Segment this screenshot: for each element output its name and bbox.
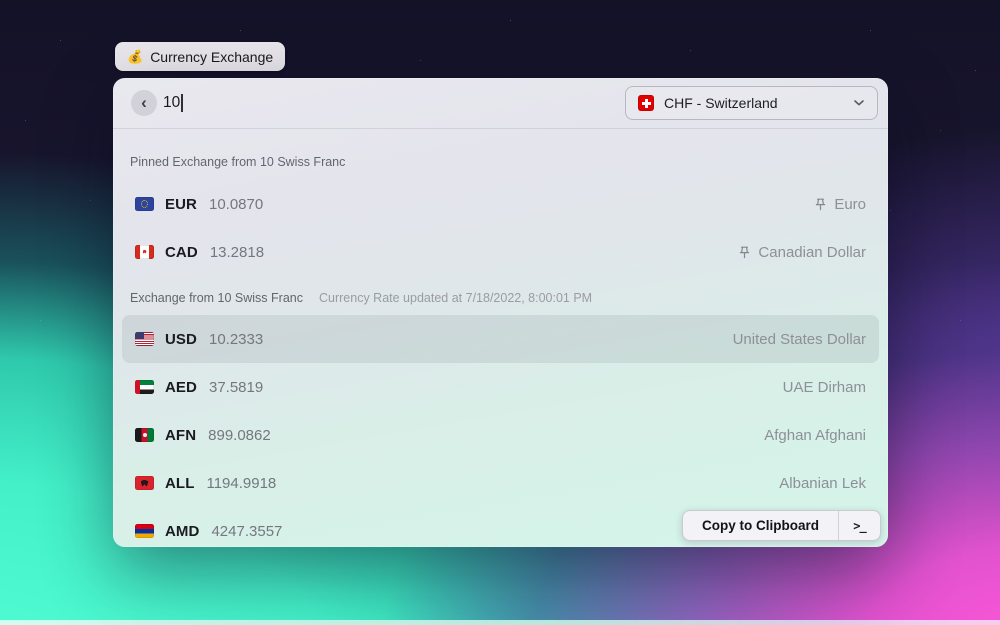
base-currency-dropdown[interactable]: CHF - Switzerland [625,86,878,120]
search-header: ‹ 10 CHF - Switzerland [113,78,888,129]
flag-amd-icon [135,524,154,538]
currency-value: 10.0870 [208,195,264,213]
flag-afn-icon [135,428,154,442]
currency-name: United States Dollar [732,330,866,348]
currency-name: UAE Dirham [782,378,866,396]
currency-code: AED [165,378,197,396]
actions-menu-button[interactable]: >_ [839,511,880,540]
exchange-section-title: Exchange from 10 Swiss Franc [130,291,303,305]
currency-value: 1194.9918 [206,474,277,492]
currency-value: 4247.3557 [211,522,283,540]
currency-row-all[interactable]: ALL 1194.9918 Albanian Lek [122,459,879,507]
currency-code: USD [165,330,197,348]
currency-row-afn[interactable]: AFN 899.0862 Afghan Afghani [122,411,879,459]
base-currency-label: CHF - Switzerland [664,95,778,111]
amount-input[interactable]: 10 [163,78,183,128]
flag-eur-icon [135,197,154,211]
extension-pill: 💰 Currency Exchange [115,42,286,71]
back-button[interactable]: ‹ [131,90,157,116]
currency-code: ALL [165,474,195,492]
copy-to-clipboard-button[interactable]: Copy to Clipboard [683,511,838,540]
bottom-strip [0,620,1000,625]
flag-switzerland-icon [638,95,654,111]
currency-exchange-window: ‹ 10 CHF - Switzerland Pinned Exchange f… [113,78,888,547]
currency-code: AMD [165,522,200,540]
pin-icon-wrap [737,245,752,260]
currency-code: CAD [165,243,198,261]
pin-icon [816,198,826,210]
currency-value: 37.5819 [208,378,264,396]
action-bar: Copy to Clipboard >_ [682,510,881,541]
currency-value: 899.0862 [208,426,271,444]
chevron-left-icon: ‹ [141,92,147,112]
currency-name: Canadian Dollar [758,243,866,261]
currency-value: 13.2818 [209,243,265,261]
chevron-down-icon [854,100,864,106]
text-caret [181,94,183,112]
pinned-section-title: Pinned Exchange from 10 Swiss Franc [130,155,346,169]
currency-row-cad[interactable]: CAD 13.2818 Canadian Dollar [122,228,879,276]
currency-name: Euro [834,195,866,213]
pill-label: Currency Exchange [150,48,274,65]
exchange-section-header: Exchange from 10 Swiss Franc Currency Ra… [130,288,871,308]
flag-usd-icon [135,332,154,346]
starfield [0,0,1,1]
money-bag-icon: 💰 [127,48,144,64]
currency-row-aed[interactable]: AED 37.5819 UAE Dirham [122,363,879,411]
pin-icon-wrap [813,197,828,212]
pinned-rows-list: EUR 10.0870 Euro CAD 13.2818 Canadian Dollar [113,180,888,276]
currency-code: EUR [165,195,197,213]
currency-name: Albanian Lek [779,474,866,492]
currency-name: Afghan Afghani [764,426,866,444]
amount-input-value: 10 [163,94,181,111]
terminal-prompt-icon: >_ [853,518,866,533]
currency-row-eur[interactable]: EUR 10.0870 Euro [122,180,879,228]
rate-updated-text: Currency Rate updated at 7/18/2022, 8:00… [319,291,593,305]
pin-icon [740,246,750,258]
currency-code: AFN [165,426,197,444]
flag-cad-icon [135,245,154,259]
flag-aed-icon [135,380,154,394]
flag-all-icon [135,476,154,490]
currency-value: 10.2333 [208,330,264,348]
currency-row-usd[interactable]: USD 10.2333 United States Dollar [122,315,879,363]
